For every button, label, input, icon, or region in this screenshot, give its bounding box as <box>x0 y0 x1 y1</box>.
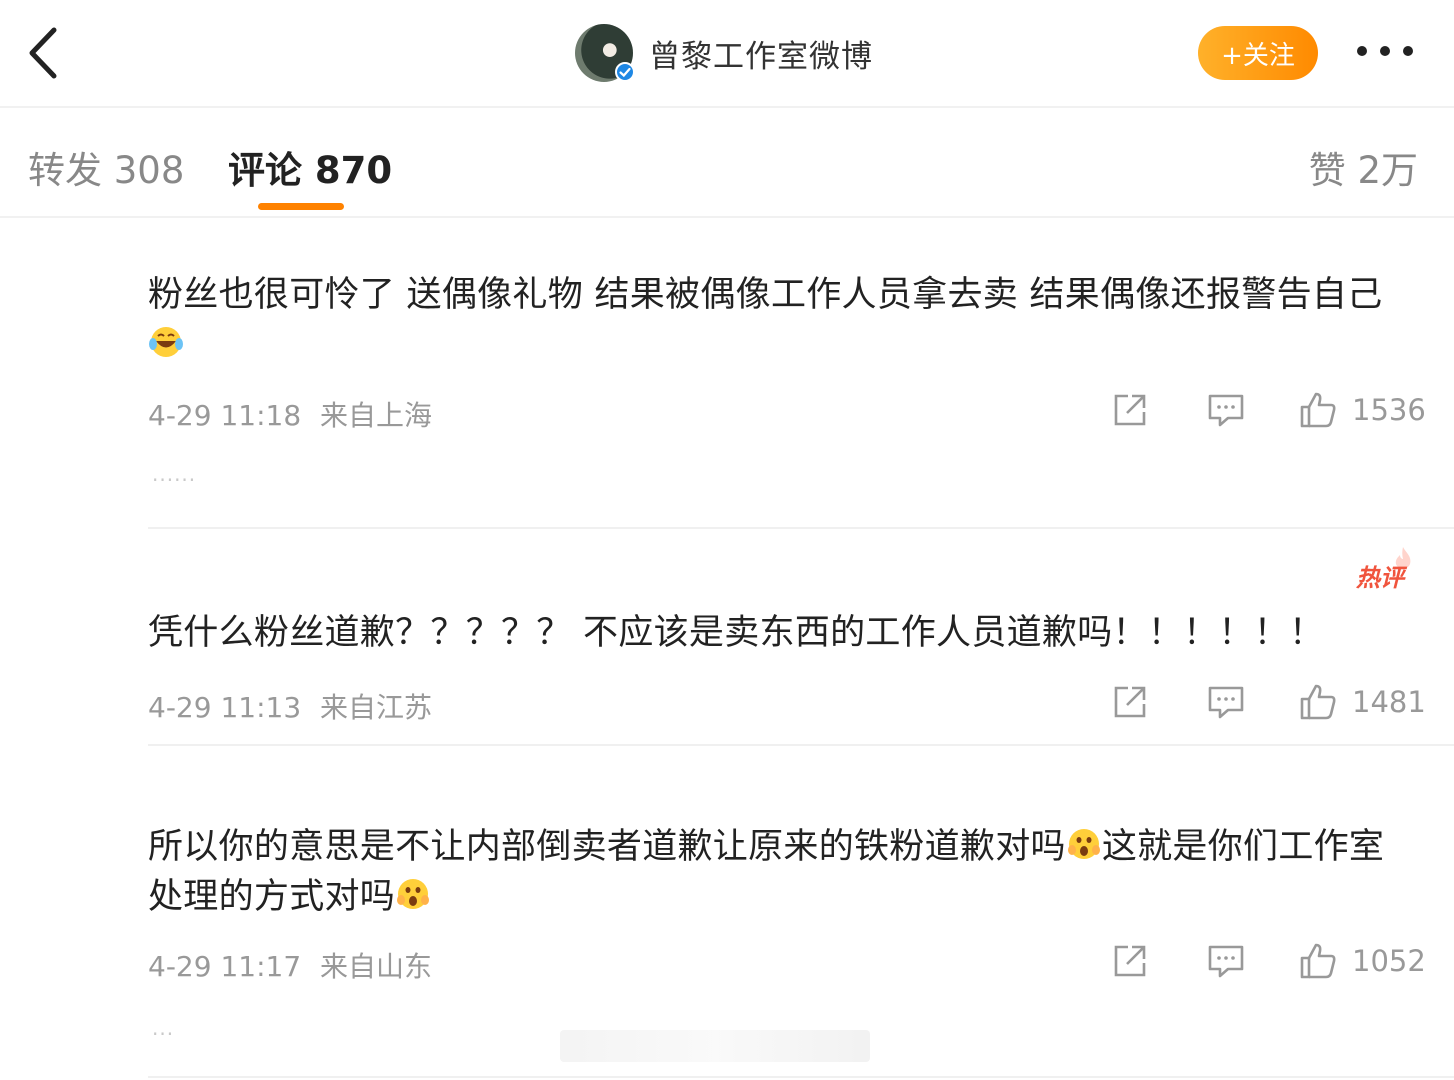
more-replies-indicator[interactable]: ... <box>152 1016 174 1040</box>
top-bar: 曾黎工作室微博 +关注 <box>0 0 1454 108</box>
comment-text: 粉丝也很可怜了 送偶像礼物 结果被偶像工作人员拿去卖 结果偶像还报警告自己 <box>148 270 1408 370</box>
scream-emoji-icon <box>397 879 430 909</box>
tab-reposts[interactable]: 转发 308 <box>28 140 184 194</box>
active-tab-indicator <box>258 203 344 210</box>
tab-comments[interactable]: 评论 870 <box>228 140 392 194</box>
like-button[interactable]: 1536 <box>1298 390 1426 430</box>
comment-bubble-icon <box>1208 394 1244 427</box>
comment-item: 所以你的意思是不让内部倒卖者道歉让原来的铁粉道歉对吗 这就是你们工作室处理的方式… <box>148 822 1454 922</box>
comment-actions: 1481 <box>1110 682 1426 726</box>
comment-meta: 4-29 11:17 来自山东 <box>148 945 432 985</box>
chevron-left-icon <box>29 27 57 79</box>
account-name[interactable]: 曾黎工作室微博 <box>649 31 873 76</box>
more-dots-icon <box>1357 46 1413 56</box>
more-button[interactable] <box>1352 36 1418 66</box>
comment-location: 来自上海 <box>320 399 433 432</box>
comment-bubble-icon <box>1208 686 1244 719</box>
share-icon <box>1114 394 1146 426</box>
laugh-cry-emoji-icon <box>149 327 183 357</box>
like-count: 1052 <box>1352 944 1426 978</box>
comment-meta: 4-29 11:18 来自上海 <box>148 394 432 434</box>
like-button[interactable]: 1481 <box>1298 682 1426 722</box>
comment-time: 4-29 11:18 <box>148 399 302 432</box>
reply-button[interactable] <box>1206 941 1246 985</box>
comment-actions: 1052 <box>1110 941 1426 985</box>
share-icon <box>1114 945 1146 977</box>
thumbs-up-icon <box>1300 392 1336 428</box>
comment-meta: 4-29 11:13 来自江苏 <box>148 686 432 726</box>
comment-divider <box>148 744 1454 746</box>
share-button[interactable] <box>1110 941 1150 985</box>
obscured-reply-preview <box>560 1030 870 1062</box>
share-button[interactable] <box>1110 682 1150 726</box>
comment-body: 所以你的意思是不让内部倒卖者道歉让原来的铁粉道歉对吗 <box>148 827 1066 867</box>
hot-comment-badge: 热评 <box>1356 564 1404 592</box>
like-count: 1481 <box>1352 685 1426 719</box>
tab-likes[interactable]: 赞 2万 <box>1309 140 1418 194</box>
verified-badge-icon <box>615 62 635 82</box>
comment-actions: 1536 <box>1110 390 1426 434</box>
reply-button[interactable] <box>1206 682 1246 726</box>
thumbs-up-icon <box>1300 684 1336 720</box>
thumbs-up-icon <box>1300 943 1336 979</box>
comment-bubble-icon <box>1208 945 1244 978</box>
tab-bar: 转发 308 评论 870 赞 2万 <box>0 108 1454 218</box>
follow-button[interactable]: +关注 <box>1198 26 1318 80</box>
like-button[interactable]: 1052 <box>1298 941 1426 981</box>
avatar[interactable] <box>575 24 635 82</box>
account-header[interactable]: 曾黎工作室微博 <box>575 22 873 84</box>
comment-item: 粉丝也很可怜了 送偶像礼物 结果被偶像工作人员拿去卖 结果偶像还报警告自己 <box>148 270 1454 370</box>
comment-text: 凭什么粉丝道歉？？？？？ 不应该是卖东西的工作人员道歉吗！！！！！！ <box>148 613 1325 653</box>
reply-button[interactable] <box>1206 390 1246 434</box>
more-replies-indicator[interactable]: ...... <box>152 462 196 486</box>
comment-item: 凭什么粉丝道歉？？？？？ 不应该是卖东西的工作人员道歉吗！！！！！！ <box>148 608 1454 658</box>
comment-location: 来自江苏 <box>320 691 433 724</box>
share-button[interactable] <box>1110 390 1150 434</box>
back-button[interactable] <box>26 26 66 80</box>
comment-body: 粉丝也很可怜了 送偶像礼物 结果被偶像工作人员拿去卖 结果偶像还报警告自己 <box>148 275 1383 315</box>
comment-divider <box>148 1076 1454 1078</box>
comment-time: 4-29 11:13 <box>148 691 302 724</box>
comment-time: 4-29 11:17 <box>148 950 302 983</box>
comment-text: 所以你的意思是不让内部倒卖者道歉让原来的铁粉道歉对吗 这就是你们工作室处理的方式… <box>148 822 1408 922</box>
comment-location: 来自山东 <box>320 950 433 983</box>
scream-emoji-icon <box>1067 829 1100 859</box>
share-icon <box>1114 686 1146 718</box>
comment-divider <box>148 527 1454 529</box>
like-count: 1536 <box>1352 393 1426 427</box>
